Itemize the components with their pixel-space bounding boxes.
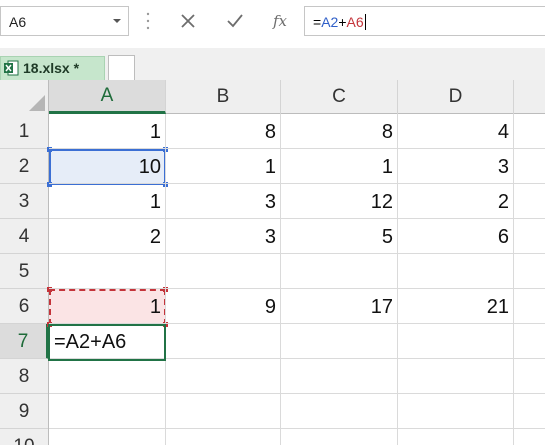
formula-bar: A6 fx =A2+A6 [0, 0, 545, 48]
cell-c8[interactable] [281, 359, 398, 394]
cell-a5[interactable] [49, 254, 166, 289]
workbook-tab-label: 18.xlsx * [23, 60, 80, 76]
cell-e4[interactable] [514, 219, 545, 254]
cell-b1[interactable]: 8 [166, 114, 281, 149]
cell-e10[interactable] [514, 429, 545, 445]
column-header-d[interactable]: D [398, 80, 514, 114]
formula-input[interactable]: =A2+A6 [304, 6, 545, 36]
cell-a9[interactable] [49, 394, 166, 429]
row-header-2[interactable]: 2 [0, 149, 48, 184]
row-header-7[interactable]: 7 [0, 324, 49, 359]
workbook-tab-strip: 18.xlsx * [0, 48, 545, 80]
cell-d1[interactable]: 4 [398, 114, 514, 149]
excel-file-icon [4, 60, 19, 76]
cell-b6[interactable]: 9 [166, 289, 281, 324]
cell-a6[interactable]: 1 [49, 289, 166, 324]
x-icon [181, 14, 195, 28]
cell-c7[interactable] [281, 324, 398, 359]
cell-b9[interactable] [166, 394, 281, 429]
checkmark-icon [227, 14, 243, 28]
cell-c6[interactable]: 17 [281, 289, 398, 324]
name-box[interactable]: A6 [0, 6, 129, 36]
chevron-down-icon[interactable] [112, 16, 122, 26]
row-headers: 1 2 3 4 5 6 7 8 9 10 [0, 114, 49, 445]
cell-c3[interactable]: 12 [281, 184, 398, 219]
column-header-a[interactable]: A [49, 80, 166, 114]
cell-d3[interactable]: 2 [398, 184, 514, 219]
cell-a10[interactable] [49, 429, 166, 445]
formula-prefix: = [313, 14, 322, 30]
cell-d4[interactable]: 6 [398, 219, 514, 254]
cell-d5[interactable] [398, 254, 514, 289]
drag-handle-icon[interactable] [146, 12, 150, 30]
formula-ref-a6: A6 [346, 14, 364, 30]
cell-b7[interactable] [166, 324, 281, 359]
cell-b5[interactable] [166, 254, 281, 289]
new-tab-button[interactable] [108, 55, 135, 80]
cell-e2[interactable] [514, 149, 545, 184]
cell-c10[interactable] [281, 429, 398, 445]
row-header-8[interactable]: 8 [0, 359, 48, 394]
active-cell-border [48, 324, 166, 361]
column-header-e[interactable] [514, 80, 545, 114]
cell-c2[interactable]: 1 [281, 149, 398, 184]
row-header-3[interactable]: 3 [0, 184, 48, 219]
name-box-value: A6 [9, 14, 27, 30]
cell-e8[interactable] [514, 359, 545, 394]
cell-a8[interactable] [49, 359, 166, 394]
cell-e5[interactable] [514, 254, 545, 289]
cell-e7[interactable] [514, 324, 545, 359]
row-header-1[interactable]: 1 [0, 114, 48, 149]
cell-b8[interactable] [166, 359, 281, 394]
column-headers: A B C D [0, 80, 545, 114]
cell-a3[interactable]: 1 [49, 184, 166, 219]
cell-c9[interactable] [281, 394, 398, 429]
cell-b3[interactable]: 3 [166, 184, 281, 219]
text-caret [364, 14, 366, 30]
select-all-button[interactable] [0, 80, 49, 114]
row-header-5[interactable]: 5 [0, 254, 48, 289]
cell-b10[interactable] [166, 429, 281, 445]
column-header-c[interactable]: C [281, 80, 398, 114]
cancel-button[interactable] [175, 9, 201, 33]
formula-operator: + [338, 14, 347, 30]
enter-button[interactable] [222, 9, 248, 33]
cell-a4[interactable]: 2 [49, 219, 166, 254]
column-header-b[interactable]: B [166, 80, 281, 114]
cell-e1[interactable] [514, 114, 545, 149]
cell-c4[interactable]: 5 [281, 219, 398, 254]
row-header-6[interactable]: 6 [0, 289, 48, 324]
cell-a1[interactable]: 1 [49, 114, 166, 149]
spreadsheet-grid: A B C D 1 2 3 4 5 6 7 8 9 10 1 8 8 4 [0, 80, 545, 445]
row-header-4[interactable]: 4 [0, 219, 48, 254]
cell-b4[interactable]: 3 [166, 219, 281, 254]
cell-d9[interactable] [398, 394, 514, 429]
cell-c5[interactable] [281, 254, 398, 289]
cell-d7[interactable] [398, 324, 514, 359]
cell-d10[interactable] [398, 429, 514, 445]
cell-e3[interactable] [514, 184, 545, 219]
row-header-10[interactable]: 10 [0, 429, 48, 445]
cell-a2[interactable]: 10 [49, 149, 166, 184]
cell-area: 1 8 8 4 10 1 1 3 1 3 12 2 2 3 5 6 1 9 17… [49, 114, 545, 445]
formula-ref-a2: A2 [321, 14, 339, 30]
cell-d6[interactable]: 21 [398, 289, 514, 324]
insert-function-button[interactable]: fx [267, 9, 293, 33]
fx-icon: fx [272, 12, 287, 30]
select-all-triangle-icon [29, 95, 45, 111]
cell-b2[interactable]: 1 [166, 149, 281, 184]
cell-e6[interactable] [514, 289, 545, 324]
cell-c1[interactable]: 8 [281, 114, 398, 149]
cell-d8[interactable] [398, 359, 514, 394]
cell-d2[interactable]: 3 [398, 149, 514, 184]
cell-e9[interactable] [514, 394, 545, 429]
workbook-tab[interactable]: 18.xlsx * [0, 56, 105, 80]
row-header-9[interactable]: 9 [0, 394, 48, 429]
